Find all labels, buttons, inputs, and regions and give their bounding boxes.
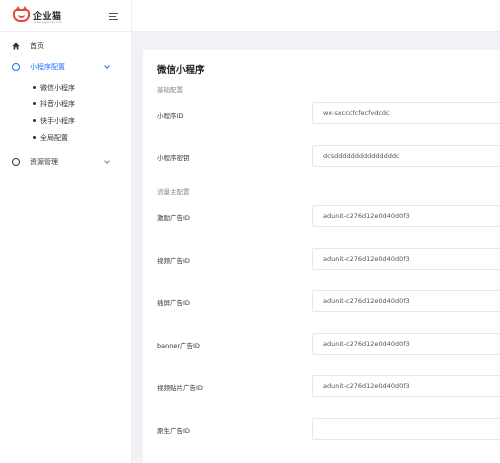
field-label: 原生广告ID xyxy=(157,427,190,435)
cat-logo-icon xyxy=(13,6,30,22)
interstitial-ad-id-input[interactable] xyxy=(312,290,500,312)
app-id-input[interactable] xyxy=(312,102,500,124)
app-secret-input[interactable] xyxy=(312,145,500,167)
field-label: 插屏广告ID xyxy=(157,299,190,307)
sidebar-item-resources[interactable]: 资源管理 xyxy=(0,154,131,170)
sidebar-subitem-label: 微信小程序 xyxy=(40,84,75,92)
top-header xyxy=(132,0,500,32)
circle-icon xyxy=(12,158,20,166)
field-label: 视频广告ID xyxy=(157,257,190,265)
field-label: 小程序密钥 xyxy=(157,154,190,162)
native-ad-id-input[interactable] xyxy=(312,418,500,440)
brand-tagline: www.qiyemao.com xyxy=(34,20,63,24)
section-title-basic: 基础配置 xyxy=(157,86,183,94)
sidebar-subitem-label: 抖音小程序 xyxy=(40,100,75,108)
field-label: 激励广告ID xyxy=(157,214,190,222)
bullet-icon xyxy=(33,86,36,89)
bullet-icon xyxy=(33,136,36,139)
sidebar-subitem-kuaishou[interactable]: 快手小程序 xyxy=(0,113,131,128)
sidebar-subitem-label: 快手小程序 xyxy=(40,117,75,125)
logo-bar: 企业猫 www.qiyemao.com xyxy=(0,0,131,32)
sidebar-item-label: 首页 xyxy=(30,42,44,50)
reward-ad-id-input[interactable] xyxy=(312,205,500,227)
sidebar-subitem-label: 全局配置 xyxy=(40,134,68,142)
sidebar-subitem-wechat[interactable]: 微信小程序 xyxy=(0,80,131,95)
field-label: banner广告ID xyxy=(157,342,200,350)
video-ad-id-input[interactable] xyxy=(312,248,500,270)
config-card: 微信小程序 基础配置 小程序ID 小程序密钥 流量主配置 激励广告ID 视频广告… xyxy=(143,50,500,463)
bullet-icon xyxy=(33,102,36,105)
section-title-traffic: 流量主配置 xyxy=(157,188,190,196)
video-patch-ad-id-input[interactable] xyxy=(312,375,500,397)
sidebar-item-home[interactable]: 首页 xyxy=(0,38,131,54)
page-title: 微信小程序 xyxy=(157,65,205,76)
field-label: 小程序ID xyxy=(157,112,184,120)
circle-icon xyxy=(12,63,20,71)
sidebar-subitem-douyin[interactable]: 抖音小程序 xyxy=(0,96,131,111)
sidebar-subitem-global[interactable]: 全局配置 xyxy=(0,130,131,145)
home-icon xyxy=(12,42,20,50)
sidebar-item-miniprogram-config[interactable]: 小程序配置 xyxy=(0,59,131,75)
field-label: 视频贴片广告ID xyxy=(157,384,203,392)
banner-ad-id-input[interactable] xyxy=(312,333,500,355)
sidebar-item-label: 资源管理 xyxy=(30,158,58,166)
chevron-down-icon xyxy=(104,63,110,69)
bullet-icon xyxy=(33,119,36,122)
menu-toggle-icon[interactable] xyxy=(109,13,118,21)
sidebar: 企业猫 www.qiyemao.com 首页 小程序配置 微信小程序 抖音小程序… xyxy=(0,0,132,463)
sidebar-item-label: 小程序配置 xyxy=(30,63,65,71)
chevron-down-icon xyxy=(104,158,110,164)
